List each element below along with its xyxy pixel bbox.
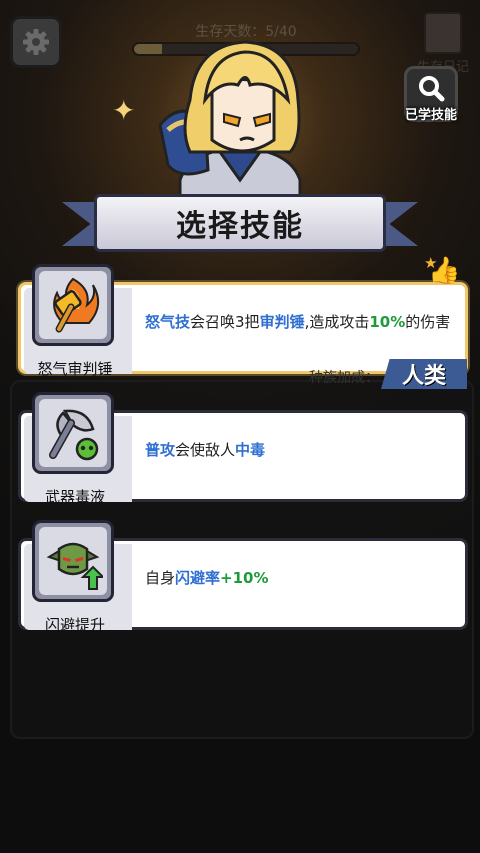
flaming-hammer-icon [53, 277, 100, 333]
skill-card-dodge-boost[interactable]: 自身闪避率+10% 闪避提升 [18, 520, 470, 634]
race-tag: 人类 [381, 359, 467, 389]
description-text: 自身 [145, 569, 176, 587]
keyword-text: 审判锤 [259, 313, 305, 331]
skill-name: 闪避提升 [44, 616, 105, 634]
keyword-text: 怒气技 [145, 313, 191, 331]
title-banner: 选择技能 [62, 194, 418, 256]
skill-description: 怒气技会召唤3把审判锤,造成攻击10%的伤害 [145, 311, 457, 333]
learned-skills-label: 已学技能 [404, 108, 457, 123]
race-bonus-label: 种族加成： [309, 370, 379, 386]
page-title: 选择技能 [176, 209, 304, 244]
number-text: +10% [220, 569, 269, 587]
keyword-text: 普攻 [145, 441, 176, 459]
number-text: 10% [369, 313, 406, 331]
magnifier-icon [419, 76, 445, 102]
sparkle-icon: ✦ [112, 94, 136, 127]
keyword-text: 闪避率 [175, 569, 221, 587]
poison-axe-icon [49, 409, 99, 461]
skill-name: 武器毒液 [44, 488, 105, 506]
skill-card-rage-hammer[interactable]: 怒气技会召唤3把审判锤,造成攻击10%的伤害 种族加成： 人类 怒气审判锤 [18, 264, 470, 389]
description-text: ,造成攻击 [304, 313, 370, 331]
goblin-dodge-icon [46, 542, 103, 590]
skill-icon-frame [32, 392, 114, 474]
star-icon: ★ [424, 254, 438, 272]
skill-description: 自身闪避率+10% [145, 567, 457, 589]
skill-card-weapon-venom[interactable]: 普攻会使敌人中毒 武器毒液 [18, 392, 470, 506]
hero-character [158, 40, 302, 205]
race-name: 人类 [401, 364, 446, 389]
diary-book-icon [424, 12, 462, 54]
banner-plate: 选择技能 [94, 194, 386, 252]
skill-description: 普攻会使敌人中毒 [145, 439, 457, 461]
skill-name: 怒气审判锤 [37, 360, 113, 378]
survival-diary-button[interactable]: 生存日记 [414, 12, 472, 75]
keyword-text: 中毒 [235, 441, 266, 459]
description-text: 会召唤3把 [190, 313, 260, 331]
description-text: 会使敌人 [175, 441, 236, 459]
settings-button[interactable] [10, 16, 62, 68]
skill-icon-frame [32, 264, 114, 346]
skill-icon-frame [32, 520, 114, 602]
gear-icon [23, 29, 49, 55]
game-scene: 生存天数：5/40 生存日记 ✦ 已学技能 [0, 0, 480, 853]
description-text: 的伤害 [405, 313, 451, 331]
